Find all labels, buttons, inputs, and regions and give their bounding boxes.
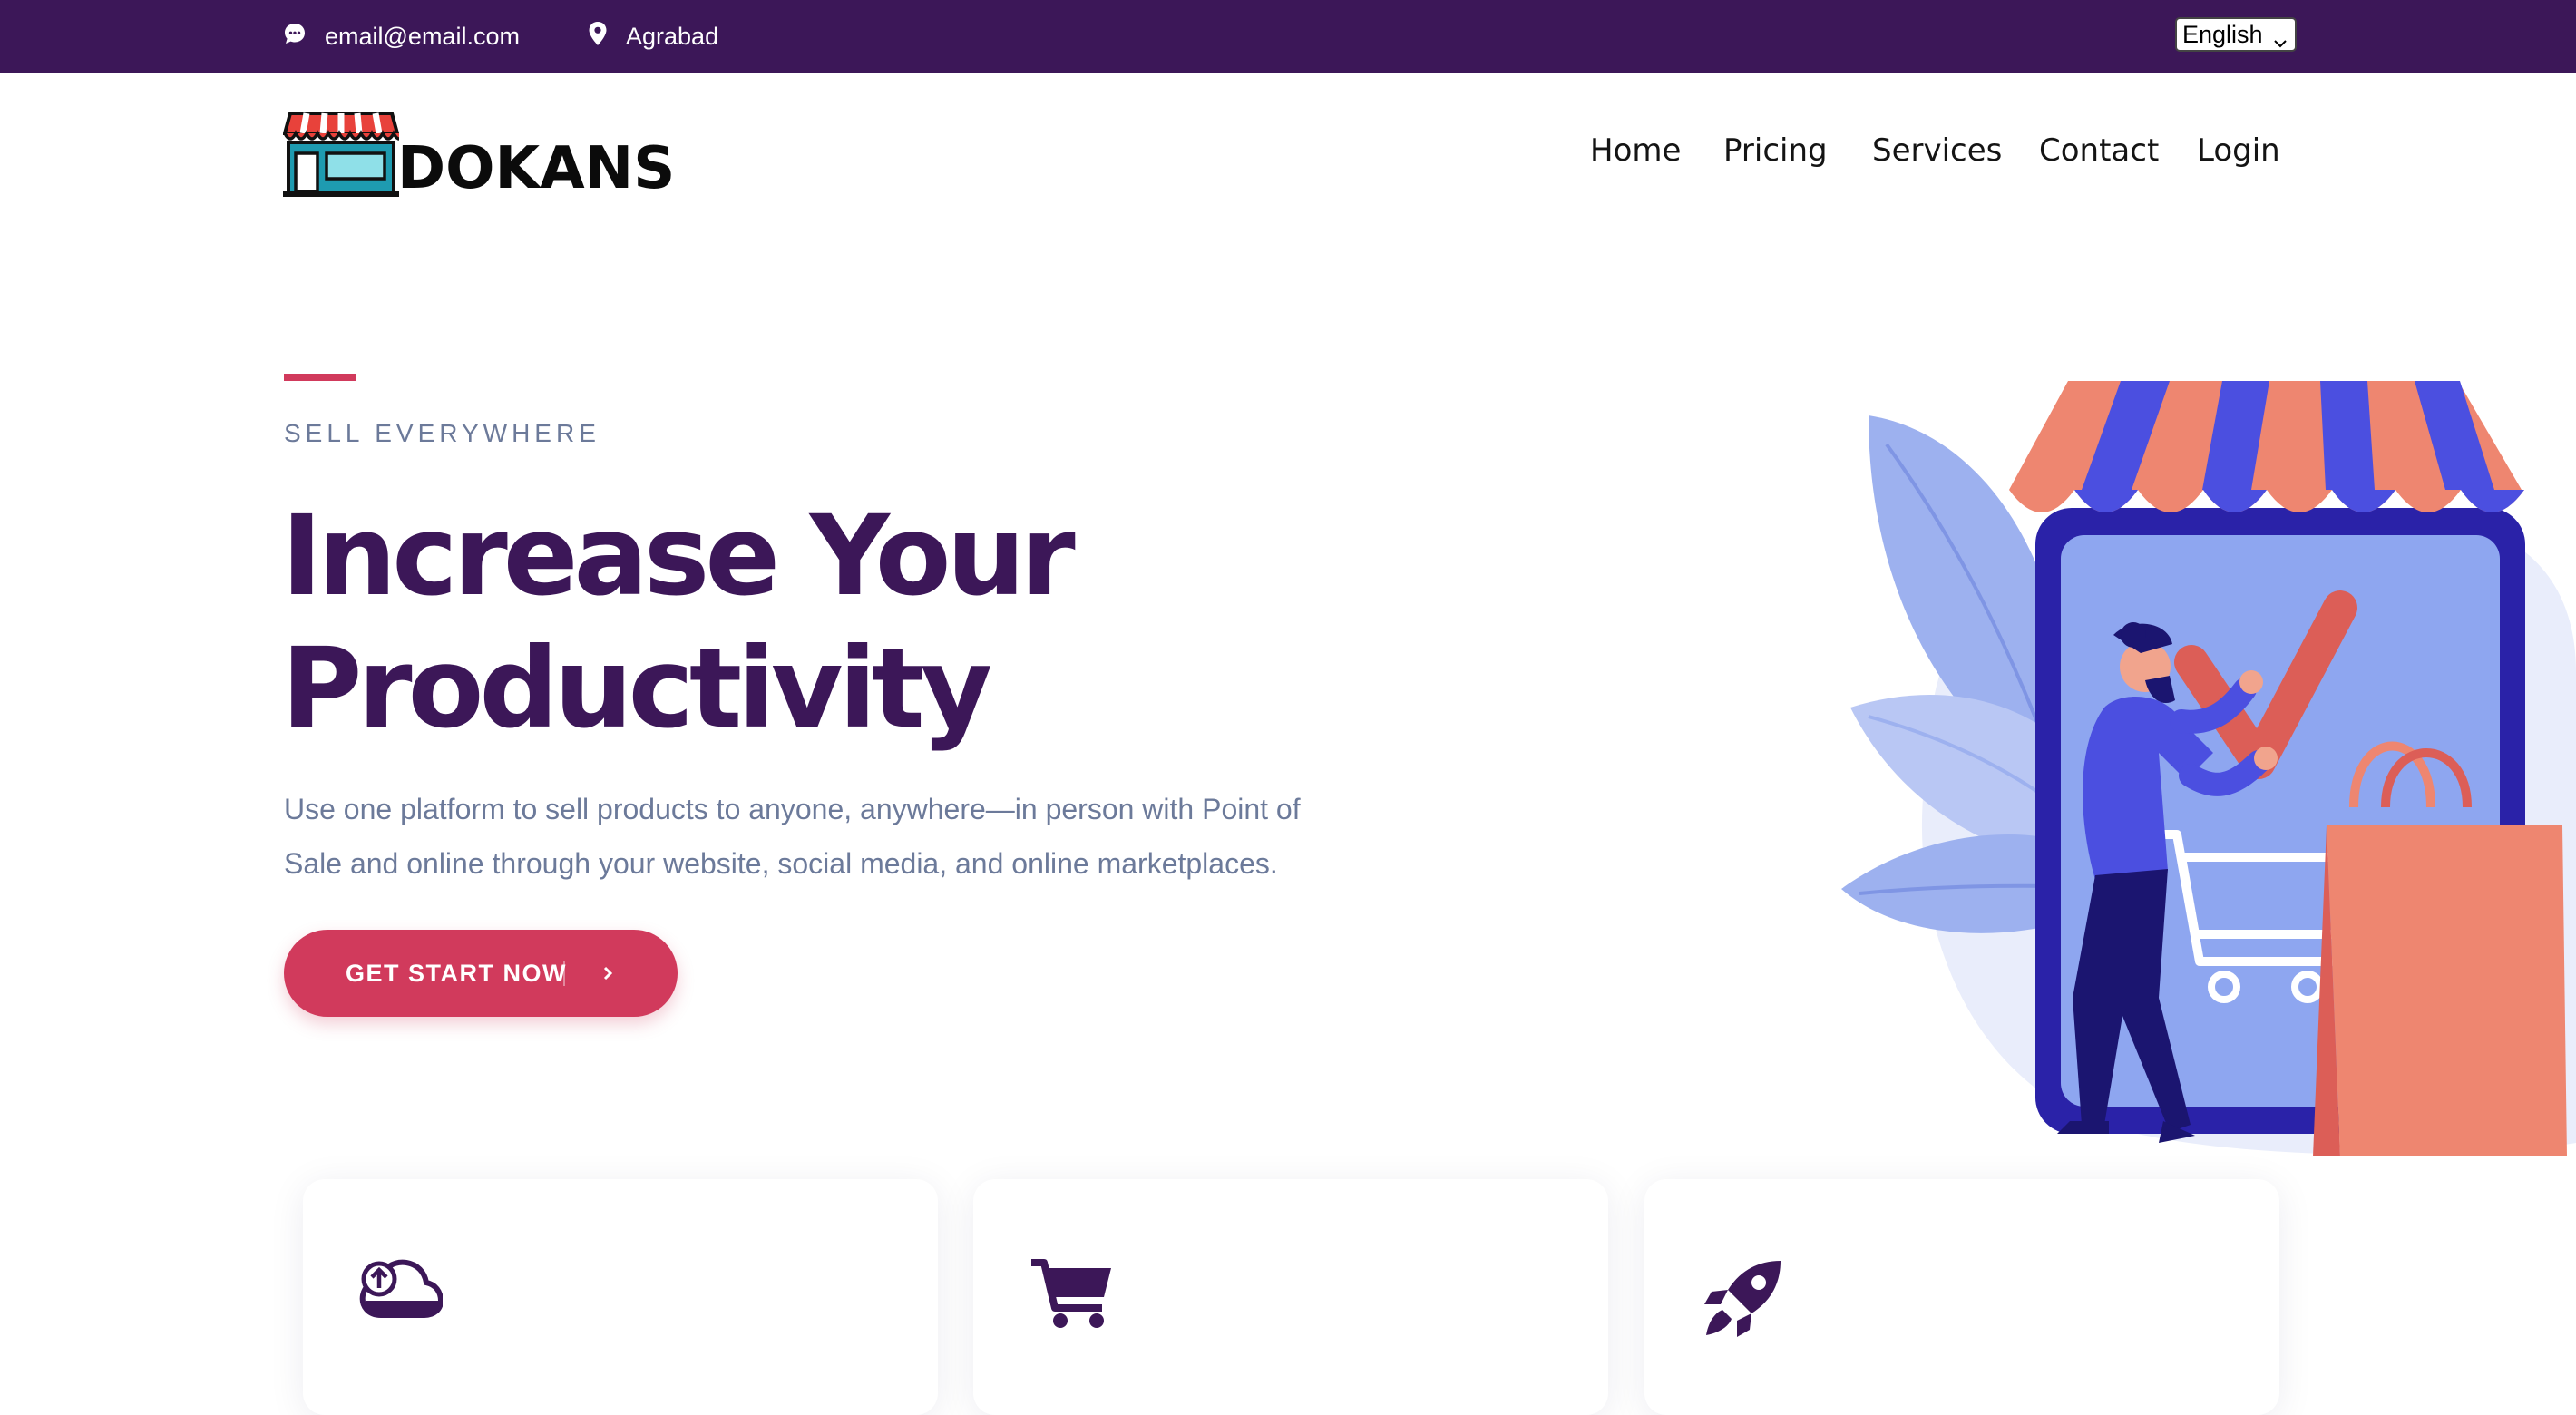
rocket-icon [1701,1257,1784,1345]
hero-eyebrow: SELL EVERYWHERE [284,419,600,447]
email-text: email@email.com [325,22,520,50]
hero-description: Use one platform to sell products to any… [284,793,1301,880]
hero-headline: Increase Your Productivity [281,490,1188,755]
hero-headline-line1: Increase Your [281,492,1076,620]
language-selected-value: English [2182,20,2263,48]
logo-text: DOKANS [397,135,676,202]
nav-services[interactable]: Services [1872,132,2002,169]
feature-card-3 [1644,1179,2279,1415]
storefront-icon [282,110,406,201]
get-start-now-button[interactable]: GET START NOW [284,930,678,1017]
hero-accent-line [284,374,356,381]
cta-divider [563,961,565,986]
cart-icon [1029,1257,1113,1334]
cta-label: GET START NOW [346,959,567,987]
cloud-upload-icon [359,1257,444,1323]
chevron-down-icon [2273,28,2288,56]
shop-illustration [1832,363,2576,1161]
nav-login[interactable]: Login [2197,132,2280,169]
chevron-right-icon [601,961,616,992]
nav-pricing[interactable]: Pricing [1723,132,1828,169]
contact-email[interactable]: email@email.com [283,0,520,73]
nav-home[interactable]: Home [1590,132,1681,169]
feature-card-2 [973,1179,1608,1415]
hero-headline-line2: Productivity [281,624,992,753]
feature-card-1 [303,1179,938,1415]
contact-location: Agrabad [588,0,718,73]
brand-logo[interactable]: DOKANS [282,110,676,202]
language-select[interactable]: English [2175,17,2297,52]
location-text: Agrabad [626,22,719,50]
chat-bubble-icon [283,22,325,52]
nav-contact[interactable]: Contact [2039,132,2159,169]
map-pin-icon [588,21,626,53]
top-bar: email@email.com Agrabad English [0,0,2576,73]
